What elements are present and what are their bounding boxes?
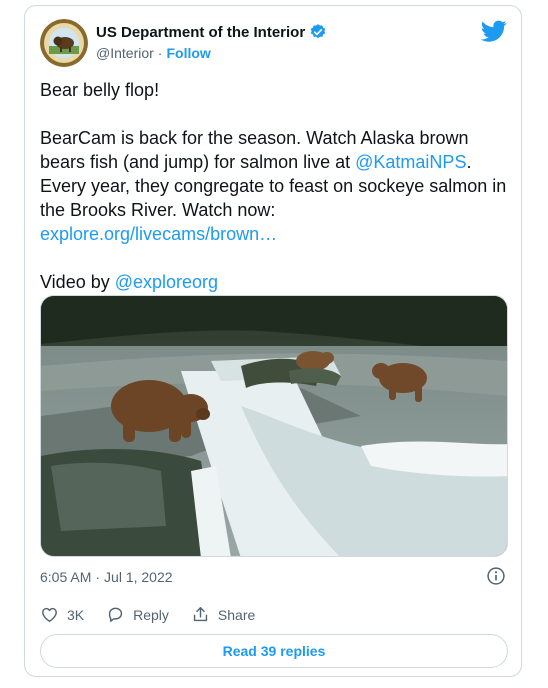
- share-label: Share: [217, 606, 256, 623]
- tweet-line1: Bear belly flop!: [40, 80, 160, 100]
- department-seal-icon: [40, 19, 88, 67]
- like-count: 3K: [67, 606, 85, 623]
- tweet-paragraph-2: BearCam is back for the season. Watch Al…: [40, 126, 510, 246]
- tweet-date: Jul 1, 2022: [104, 569, 173, 585]
- paragraph-3-text: Video by: [40, 272, 115, 292]
- verified-badge-icon: [310, 24, 326, 39]
- info-icon[interactable]: [486, 566, 506, 586]
- action-bar: 3K Reply Share: [40, 605, 277, 624]
- reply-icon: [108, 607, 123, 622]
- explore-link[interactable]: explore.org/livecams/brown…: [40, 224, 277, 244]
- share-icon: [193, 607, 208, 622]
- bear-waterfall-scene: [41, 296, 507, 556]
- twitter-bird-icon[interactable]: [481, 18, 507, 44]
- read-replies-button[interactable]: Read 39 replies: [40, 634, 508, 668]
- share-button[interactable]: Share: [191, 605, 255, 624]
- timestamp-separator: ·: [95, 569, 101, 585]
- handle-separator: ·: [157, 45, 163, 61]
- mention-exploreorg[interactable]: @exploreorg: [115, 272, 218, 292]
- author-name[interactable]: US Department of the Interior: [96, 24, 305, 41]
- tweet-card: US Department of the Interior @Interior …: [24, 5, 522, 677]
- tweet-time: 6:05 AM: [40, 569, 92, 585]
- tweet-timestamp[interactable]: 6:05 AM · Jul 1, 2022: [40, 569, 173, 585]
- avatar[interactable]: [40, 19, 88, 67]
- reply-label: Reply: [133, 606, 169, 623]
- author-block: US Department of the Interior @Interior …: [96, 23, 327, 61]
- video-thumbnail[interactable]: [40, 295, 508, 557]
- heart-icon: [42, 607, 57, 622]
- author-handle[interactable]: @Interior: [96, 45, 154, 61]
- tweet-text: Bear belly flop! BearCam is back for the…: [40, 78, 510, 294]
- tweet-paragraph-3: Video by @exploreorg: [40, 270, 510, 294]
- follow-button[interactable]: Follow: [166, 45, 210, 61]
- like-button[interactable]: 3K: [40, 605, 84, 624]
- mention-katmainps[interactable]: @KatmaiNPS: [355, 152, 466, 172]
- reply-button[interactable]: Reply: [106, 605, 169, 624]
